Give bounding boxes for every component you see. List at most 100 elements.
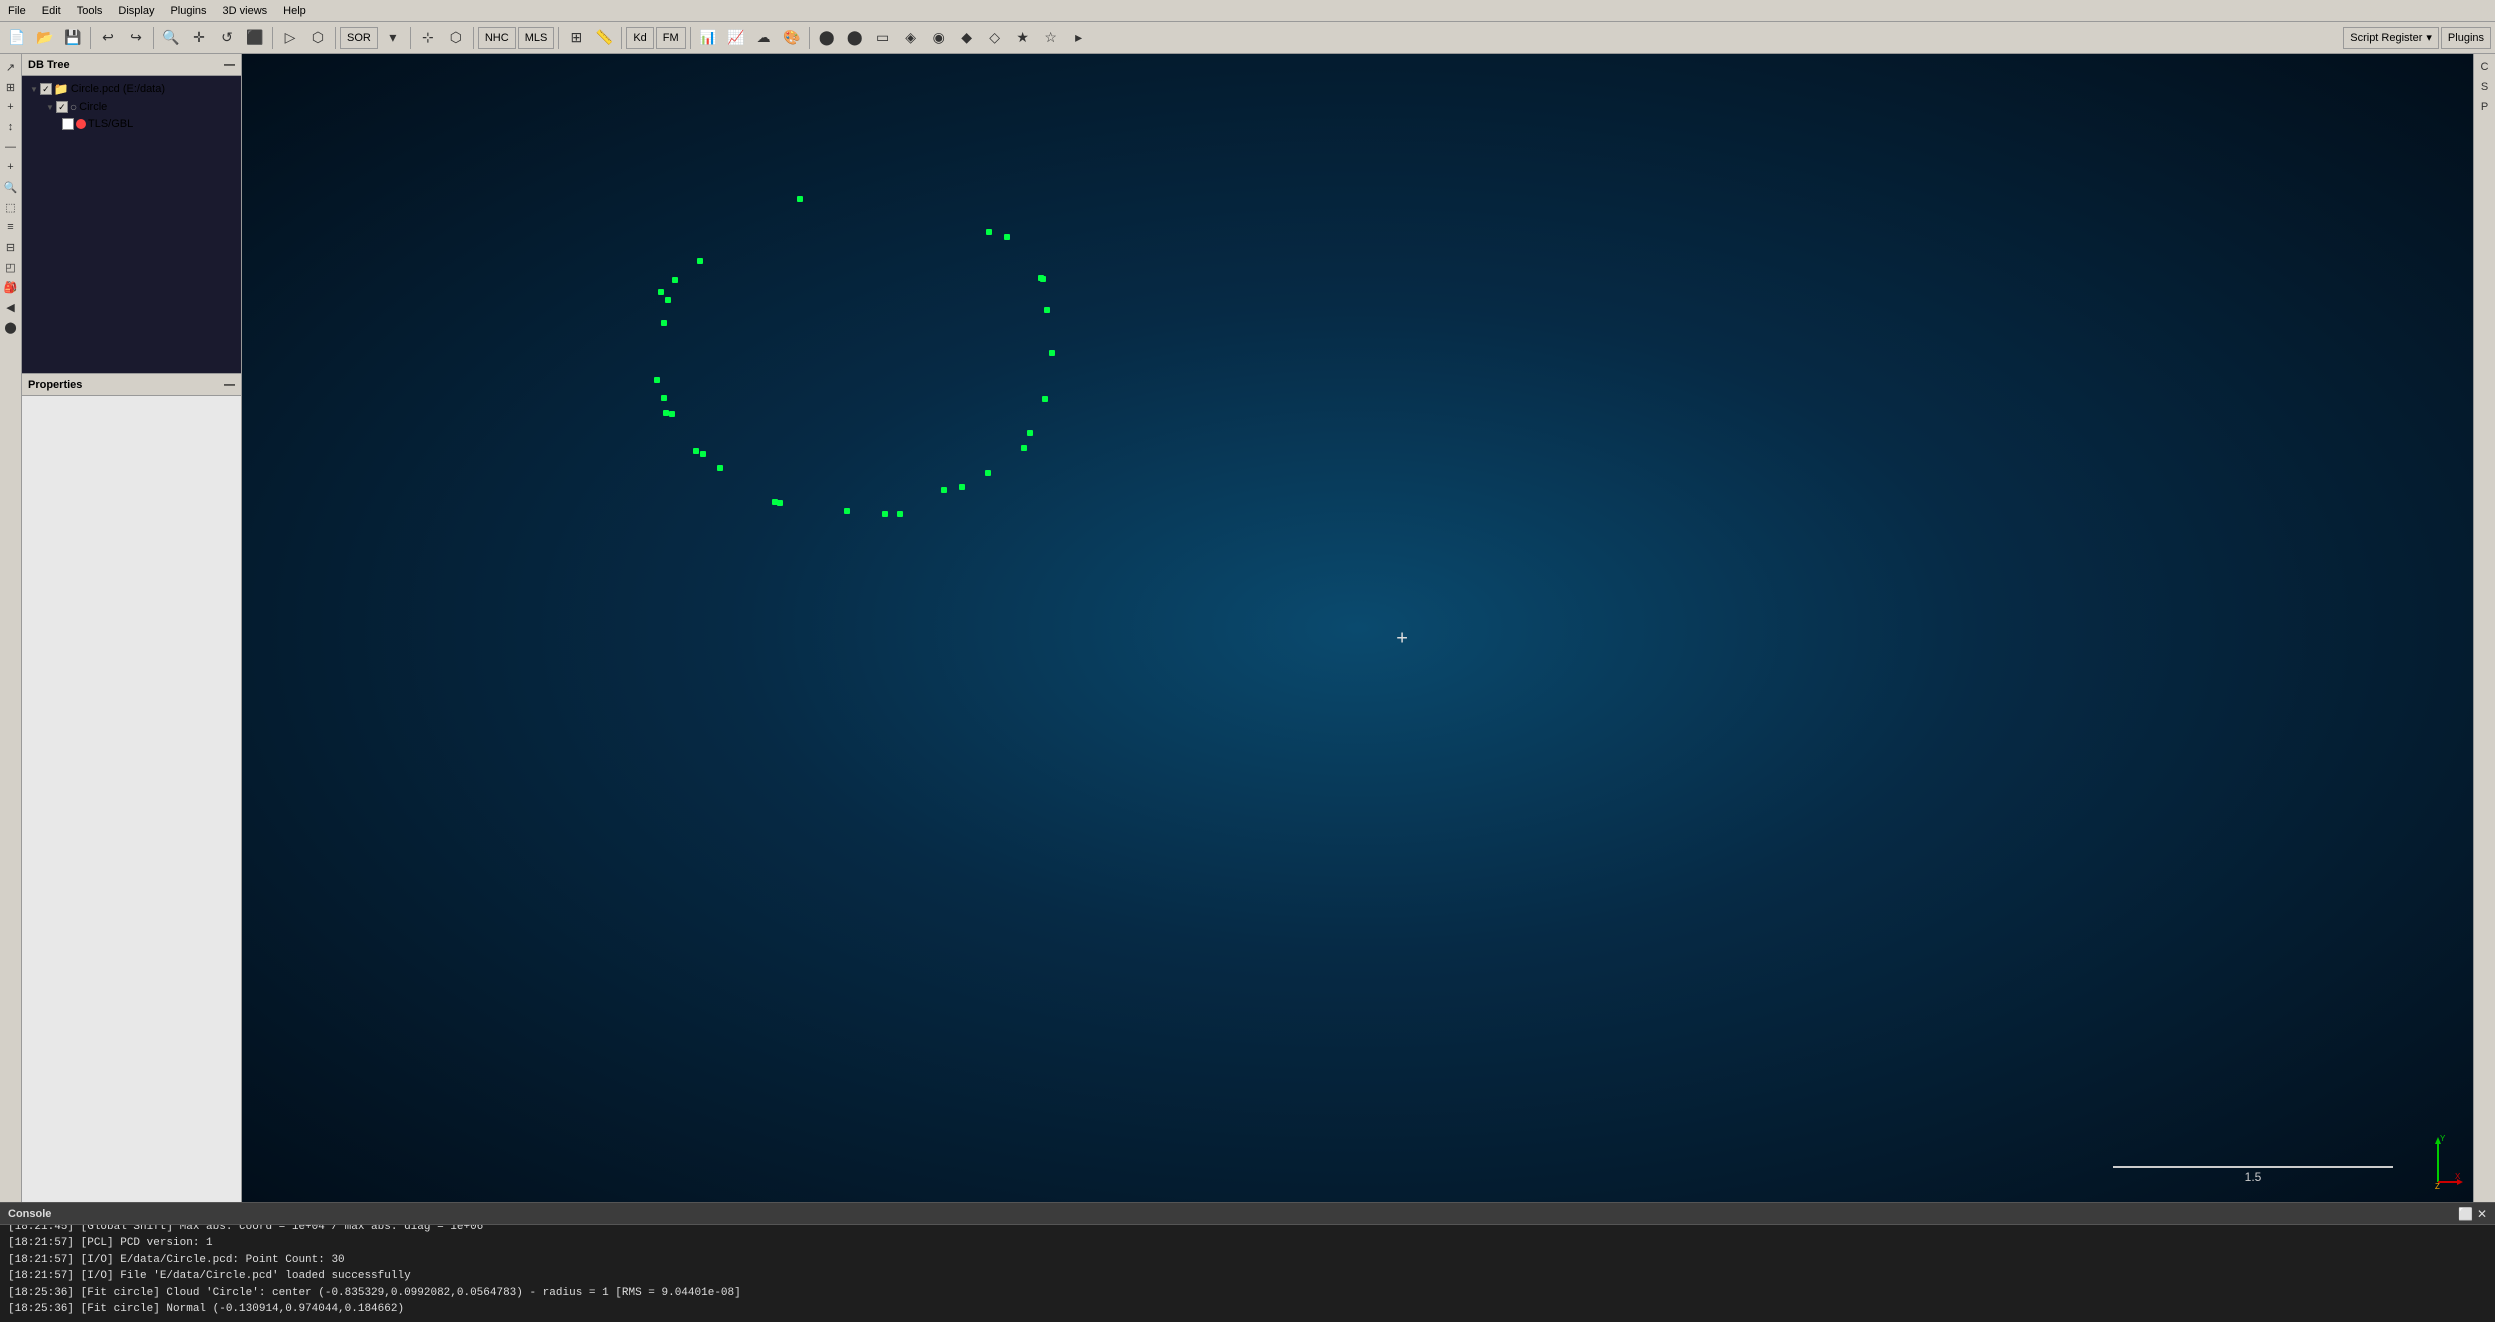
script-register-dropdown-icon: ▾ (2426, 31, 2432, 44)
tree-tls-check[interactable] (62, 118, 74, 130)
point-dot-19 (941, 487, 947, 493)
menu-edit[interactable]: Edit (34, 5, 69, 17)
properties-title: Properties (28, 379, 82, 391)
toolbar-cloud-btn[interactable]: ☁ (751, 25, 777, 51)
toolbar-dropdown-sor[interactable]: ▾ (380, 25, 406, 51)
toolbar-stats-btn[interactable]: 📊 (695, 25, 721, 51)
console-close-btn[interactable]: ✕ (2477, 1207, 2487, 1221)
plugins-button[interactable]: Plugins (2441, 27, 2491, 49)
properties-collapse-btn[interactable]: — (224, 379, 235, 391)
sidebar-icon-bag[interactable]: 🎒 (2, 278, 20, 296)
sidebar-icon-arrow[interactable]: ↗ (2, 58, 20, 76)
toolbar-save-btn[interactable]: 💾 (60, 25, 86, 51)
toolbar-point-btn[interactable]: ⊹ (415, 25, 441, 51)
tree-root-arrow: ▼ (30, 85, 38, 94)
toolbar-grid-btn[interactable]: ⊞ (563, 25, 589, 51)
circle-icon: ○ (70, 100, 77, 114)
toolbar-hist-btn[interactable]: 📈 (723, 25, 749, 51)
tree-circle-check[interactable]: ✓ (56, 101, 68, 113)
tls-dot-icon (76, 119, 86, 129)
toolbar-plane-btn[interactable]: ▭ (870, 25, 896, 51)
menu-3dviews[interactable]: 3D views (215, 5, 276, 17)
toolbar-translate-btn[interactable]: ✛ (186, 25, 212, 51)
toolbar-sphere-btn[interactable]: ⬤ (814, 25, 840, 51)
db-tree-collapse-btn[interactable]: — (224, 59, 235, 71)
sidebar-icon-4[interactable]: — (2, 138, 20, 156)
point-dot-7 (661, 320, 667, 326)
main-layout: ↗ ⊞ + ↕ — + 🔍 ⬚ ≡ ⊟ ◰ 🎒 ◀ ⬤ DB Tree — ▼ … (0, 54, 2495, 1202)
right-sidebar-icon-P[interactable]: P (2476, 98, 2494, 116)
right-sidebar-icon-2[interactable]: S (2476, 78, 2494, 96)
sidebar-icon-7[interactable]: ≡ (2, 218, 20, 236)
toolbar-rotate-btn[interactable]: ↺ (214, 25, 240, 51)
toolbar-wire-btn[interactable]: ⬡ (443, 25, 469, 51)
sidebar-icon-search[interactable]: 🔍 (2, 178, 20, 196)
menu-tools[interactable]: Tools (69, 5, 111, 17)
toolbar-sor-btn[interactable]: SOR (340, 27, 378, 49)
viewport[interactable]: + 1.5 Y X Z (242, 54, 2473, 1202)
console-content: [18:21:45] [ccGLWindow] 3D view initiali… (0, 1225, 2495, 1322)
point-dot-6 (658, 289, 664, 295)
properties-header: Properties — (22, 374, 241, 396)
toolbar-undo-btn[interactable]: ↩ (95, 25, 121, 51)
toolbar-select-btn[interactable]: ▷ (277, 25, 303, 51)
tree-root-item[interactable]: ▼ ✓ 📁 Circle.pcd (E:/data) (26, 80, 237, 98)
svg-text:X: X (2455, 1172, 2461, 1181)
toolbar-extra1-btn[interactable]: ◈ (898, 25, 924, 51)
sidebar-icon-back[interactable]: ◀ (2, 298, 20, 316)
sidebar-icon-6[interactable]: ⬚ (2, 198, 20, 216)
toolbar-nhc-btn[interactable]: NHC (478, 27, 516, 49)
menu-file[interactable]: File (0, 5, 34, 17)
script-register-button[interactable]: Script Register ▾ (2343, 27, 2439, 49)
toolbar-measure-btn[interactable]: 📏 (591, 25, 617, 51)
point-dot-24 (1042, 396, 1048, 402)
toolbar-kd-btn[interactable]: Kd (626, 27, 653, 49)
point-dot-28 (665, 297, 671, 303)
db-tree-section: DB Tree — ▼ ✓ 📁 Circle.pcd (E:/data) ▼ ✓… (22, 54, 241, 374)
tree-circle-item[interactable]: ▼ ✓ ○ Circle (26, 98, 237, 116)
svg-text:Y: Y (2440, 1134, 2446, 1143)
menu-display[interactable]: Display (110, 5, 162, 17)
toolbar-lasso-btn[interactable]: ⬡ (305, 25, 331, 51)
console-line-2: [18:21:57] [PCL] PCD version: 1 (8, 1235, 2487, 1252)
toolbar-extra2-btn[interactable]: ◉ (926, 25, 952, 51)
toolbar: 📄 📂 💾 ↩ ↪ 🔍 ✛ ↺ ⬛ ▷ ⬡ SOR ▾ ⊹ ⬡ NHC MLS … (0, 22, 2495, 54)
tree-root-label: Circle.pcd (E:/data) (71, 83, 165, 95)
toolbar-color-btn[interactable]: 🎨 (779, 25, 805, 51)
toolbar-scale-btn[interactable]: ⬛ (242, 25, 268, 51)
sidebar-icon-3[interactable]: ↕ (2, 118, 20, 136)
tree-root-check[interactable]: ✓ (40, 83, 52, 95)
sidebar-icon-dot[interactable]: ⬤ (2, 318, 20, 336)
point-dot-12 (700, 451, 706, 457)
tree-tls-label: TLS/GBL (88, 118, 133, 130)
toolbar-extra6-btn[interactable]: ☆ (1038, 25, 1064, 51)
toolbar-fm-btn[interactable]: FM (656, 27, 686, 49)
toolbar-mls-btn[interactable]: MLS (518, 27, 555, 49)
crosshair: + (1396, 628, 1408, 651)
menu-help[interactable]: Help (275, 5, 314, 17)
sidebar-icon-1[interactable]: ⊞ (2, 78, 20, 96)
point-dot-2 (1004, 234, 1010, 240)
scale-bar: 1.5 (2113, 1166, 2393, 1184)
console-panel: Console ⬜ ✕ [18:21:45] [ccGLWindow] 3D v… (0, 1202, 2495, 1322)
toolbar-open-btn[interactable]: 📂 (32, 25, 58, 51)
toolbar-redo-btn[interactable]: ↪ (123, 25, 149, 51)
toolbar-new-btn[interactable]: 📄 (4, 25, 30, 51)
toolbar-cylinder-btn[interactable]: ⬤ (842, 25, 868, 51)
right-sidebar-icon-1[interactable]: C (2476, 58, 2494, 76)
tree-tls-item[interactable]: TLS/GBL (26, 116, 237, 132)
sidebar-icon-8[interactable]: ⊟ (2, 238, 20, 256)
db-tree-content: ▼ ✓ 📁 Circle.pcd (E:/data) ▼ ✓ ○ Circle … (22, 76, 241, 373)
toolbar-extra4-btn[interactable]: ◇ (982, 25, 1008, 51)
toolbar-extra3-btn[interactable]: ◆ (954, 25, 980, 51)
point-dot-29 (669, 411, 675, 417)
toolbar-extra5-btn[interactable]: ★ (1010, 25, 1036, 51)
sidebar-icon-5[interactable]: + (2, 158, 20, 176)
sidebar-icon-9[interactable]: ◰ (2, 258, 20, 276)
sidebar-icon-2[interactable]: + (2, 98, 20, 116)
toolbar-sep-2 (153, 27, 154, 49)
toolbar-zoom-btn[interactable]: 🔍 (158, 25, 184, 51)
console-resize-btn[interactable]: ⬜ (2458, 1207, 2473, 1221)
toolbar-extra7-btn[interactable]: ▸ (1066, 25, 1092, 51)
menu-plugins[interactable]: Plugins (162, 5, 214, 17)
